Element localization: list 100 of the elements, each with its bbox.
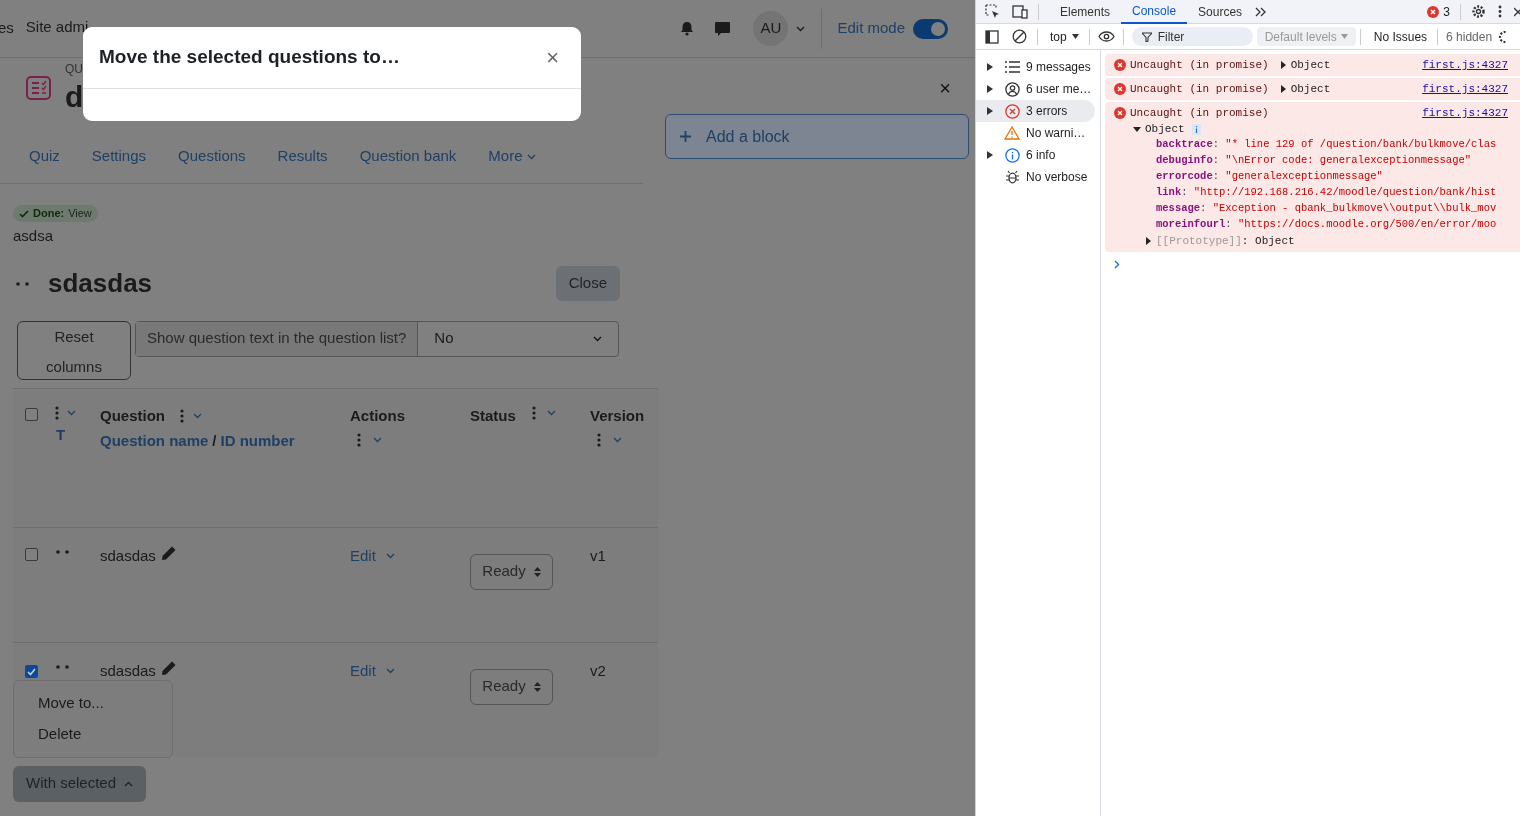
quiz-icon — [26, 76, 51, 100]
error-icon — [1427, 5, 1440, 18]
prototype-row[interactable]: [[Prototype]]: Object — [1146, 233, 1508, 249]
list-icon — [1004, 61, 1020, 73]
close-icon[interactable] — [1514, 6, 1520, 17]
user-avatar[interactable]: AU — [753, 11, 789, 46]
kebab-menu-icon[interactable] — [357, 433, 361, 447]
settings-icon[interactable] — [1498, 29, 1507, 44]
chevron-down-icon — [546, 409, 556, 416]
chevron-down-icon — [385, 552, 395, 559]
clear-console-icon[interactable] — [1012, 29, 1027, 44]
object-toggle[interactable]: Object — [1280, 56, 1331, 74]
checkbox[interactable] — [25, 407, 38, 421]
checkbox[interactable] — [25, 665, 38, 678]
sort-link[interactable]: T — [56, 423, 100, 446]
chevron-up-icon — [124, 780, 134, 787]
prompt-icon — [1114, 260, 1120, 269]
drag-handle-icon[interactable] — [55, 664, 71, 669]
question-name: sdasdas — [100, 660, 156, 681]
sort-arrows-icon — [533, 681, 541, 692]
page-kicker: QU — [65, 61, 84, 78]
source-link[interactable]: first.js:4327 — [1422, 104, 1508, 122]
log-levels-select[interactable]: Default levels — [1256, 27, 1356, 46]
checkbox[interactable] — [25, 547, 38, 561]
device-toolbar-icon[interactable] — [1012, 4, 1028, 19]
error-count[interactable]: 3 — [1443, 2, 1450, 21]
context-select[interactable]: top — [1050, 27, 1079, 46]
kebab-menu-icon[interactable] — [597, 433, 601, 447]
plus-icon — [679, 130, 692, 143]
sidebar-toggle-icon[interactable] — [985, 29, 999, 44]
object-toggle[interactable]: Object — [1133, 121, 1508, 137]
sort-link[interactable]: ID number — [220, 430, 295, 453]
drag-handle-icon[interactable] — [55, 549, 71, 554]
drag-handle-icon[interactable] — [15, 281, 31, 286]
kebab-menu-icon[interactable] — [55, 405, 59, 420]
chevron-down-icon — [193, 412, 202, 419]
pencil-icon[interactable] — [160, 659, 177, 676]
eye-icon[interactable] — [1097, 31, 1115, 42]
add-block-button[interactable]: Add a block — [665, 114, 969, 159]
sort-link[interactable]: Question name — [100, 430, 209, 453]
devtools-tab[interactable]: Sources — [1187, 0, 1254, 24]
source-link[interactable]: first.js:4327 — [1422, 56, 1508, 74]
menu-item[interactable]: Delete — [14, 718, 172, 750]
issues-button[interactable]: No Issues — [1373, 27, 1428, 46]
object-property: errorcode: "generalexceptionmessage" — [1156, 169, 1384, 184]
edit-mode-toggle[interactable] — [913, 18, 948, 39]
separator-text: / — [212, 431, 217, 451]
nav-tab[interactable]: Settings — [91, 145, 147, 168]
chevron-down-icon — [796, 25, 806, 32]
chat-icon[interactable] — [714, 20, 732, 37]
expand-arrow-icon[interactable] — [987, 85, 993, 93]
description-text: asdsa — [13, 226, 54, 246]
filter-icon — [1141, 31, 1152, 42]
dropdown-triangle-icon — [1340, 34, 1348, 39]
object-property: link: "http://192.168.216.42/moodle/question/bank/hist — [1156, 185, 1498, 200]
version-text: v2 — [590, 660, 606, 681]
edit-menu-link[interactable]: Edit — [350, 659, 470, 682]
sidebar-item[interactable]: 3 errors — [976, 100, 1095, 122]
error-text: Uncaught (in promise) — [1130, 105, 1269, 121]
sort-arrows-icon — [533, 566, 541, 577]
source-link[interactable]: first.js:4327 — [1422, 80, 1508, 98]
settings-icon[interactable] — [1471, 4, 1486, 19]
reset-columns-button[interactable]: Reset columns — [17, 320, 131, 380]
more-options-icon[interactable] — [1498, 5, 1502, 18]
nav-tab[interactable]: More — [488, 145, 536, 168]
nav-tab[interactable]: Quiz — [29, 145, 60, 168]
devtools-tab[interactable]: Console — [1121, 0, 1188, 24]
page-title: d — [65, 80, 84, 114]
sidebar-item[interactable]: No warni… — [976, 122, 1095, 144]
sidebar-item[interactable]: No verbose — [976, 166, 1095, 188]
menu-item[interactable]: Move to... — [14, 687, 172, 719]
inspect-icon[interactable] — [985, 4, 1000, 19]
object-property: debuginfo: "\nError code: generalexceptionmessage" — [1156, 153, 1473, 168]
filter-field[interactable]: Filter — [1131, 27, 1253, 46]
status-select[interactable]: Ready — [470, 553, 553, 590]
kebab-menu-icon[interactable] — [180, 408, 184, 423]
expand-arrow-icon[interactable] — [987, 107, 993, 115]
edit-menu-link[interactable]: Edit — [350, 544, 470, 567]
hidden-count: 6 hidden — [1446, 28, 1493, 46]
object-toggle[interactable]: Object — [1280, 80, 1331, 98]
sidebar-item[interactable]: 6 user me… — [976, 78, 1095, 100]
sidebar-item[interactable]: 6 info — [976, 144, 1095, 166]
with-selected-button[interactable]: With selected — [13, 765, 147, 802]
close-button[interactable]: Close — [555, 266, 620, 301]
category-title: sdasdas — [48, 267, 153, 300]
modal-title: Move the selected questions to… — [99, 45, 400, 70]
more-tabs-icon[interactable] — [1255, 6, 1268, 17]
bell-icon[interactable] — [680, 21, 695, 36]
pencil-icon[interactable] — [160, 544, 177, 561]
nav-tab[interactable]: Results — [277, 145, 328, 168]
status-select[interactable]: Ready — [470, 668, 553, 705]
version-text: v1 — [590, 545, 606, 566]
nav-tab[interactable]: Questions — [178, 145, 246, 168]
expand-arrow-icon[interactable] — [987, 151, 993, 159]
expand-arrow-icon[interactable] — [987, 63, 993, 71]
devtools-tab[interactable]: Elements — [1049, 0, 1122, 24]
warning-icon — [1004, 126, 1020, 140]
nav-tab[interactable]: Question bank — [359, 145, 457, 168]
kebab-menu-icon[interactable] — [531, 405, 536, 420]
sidebar-item[interactable]: 9 messages — [976, 56, 1095, 78]
